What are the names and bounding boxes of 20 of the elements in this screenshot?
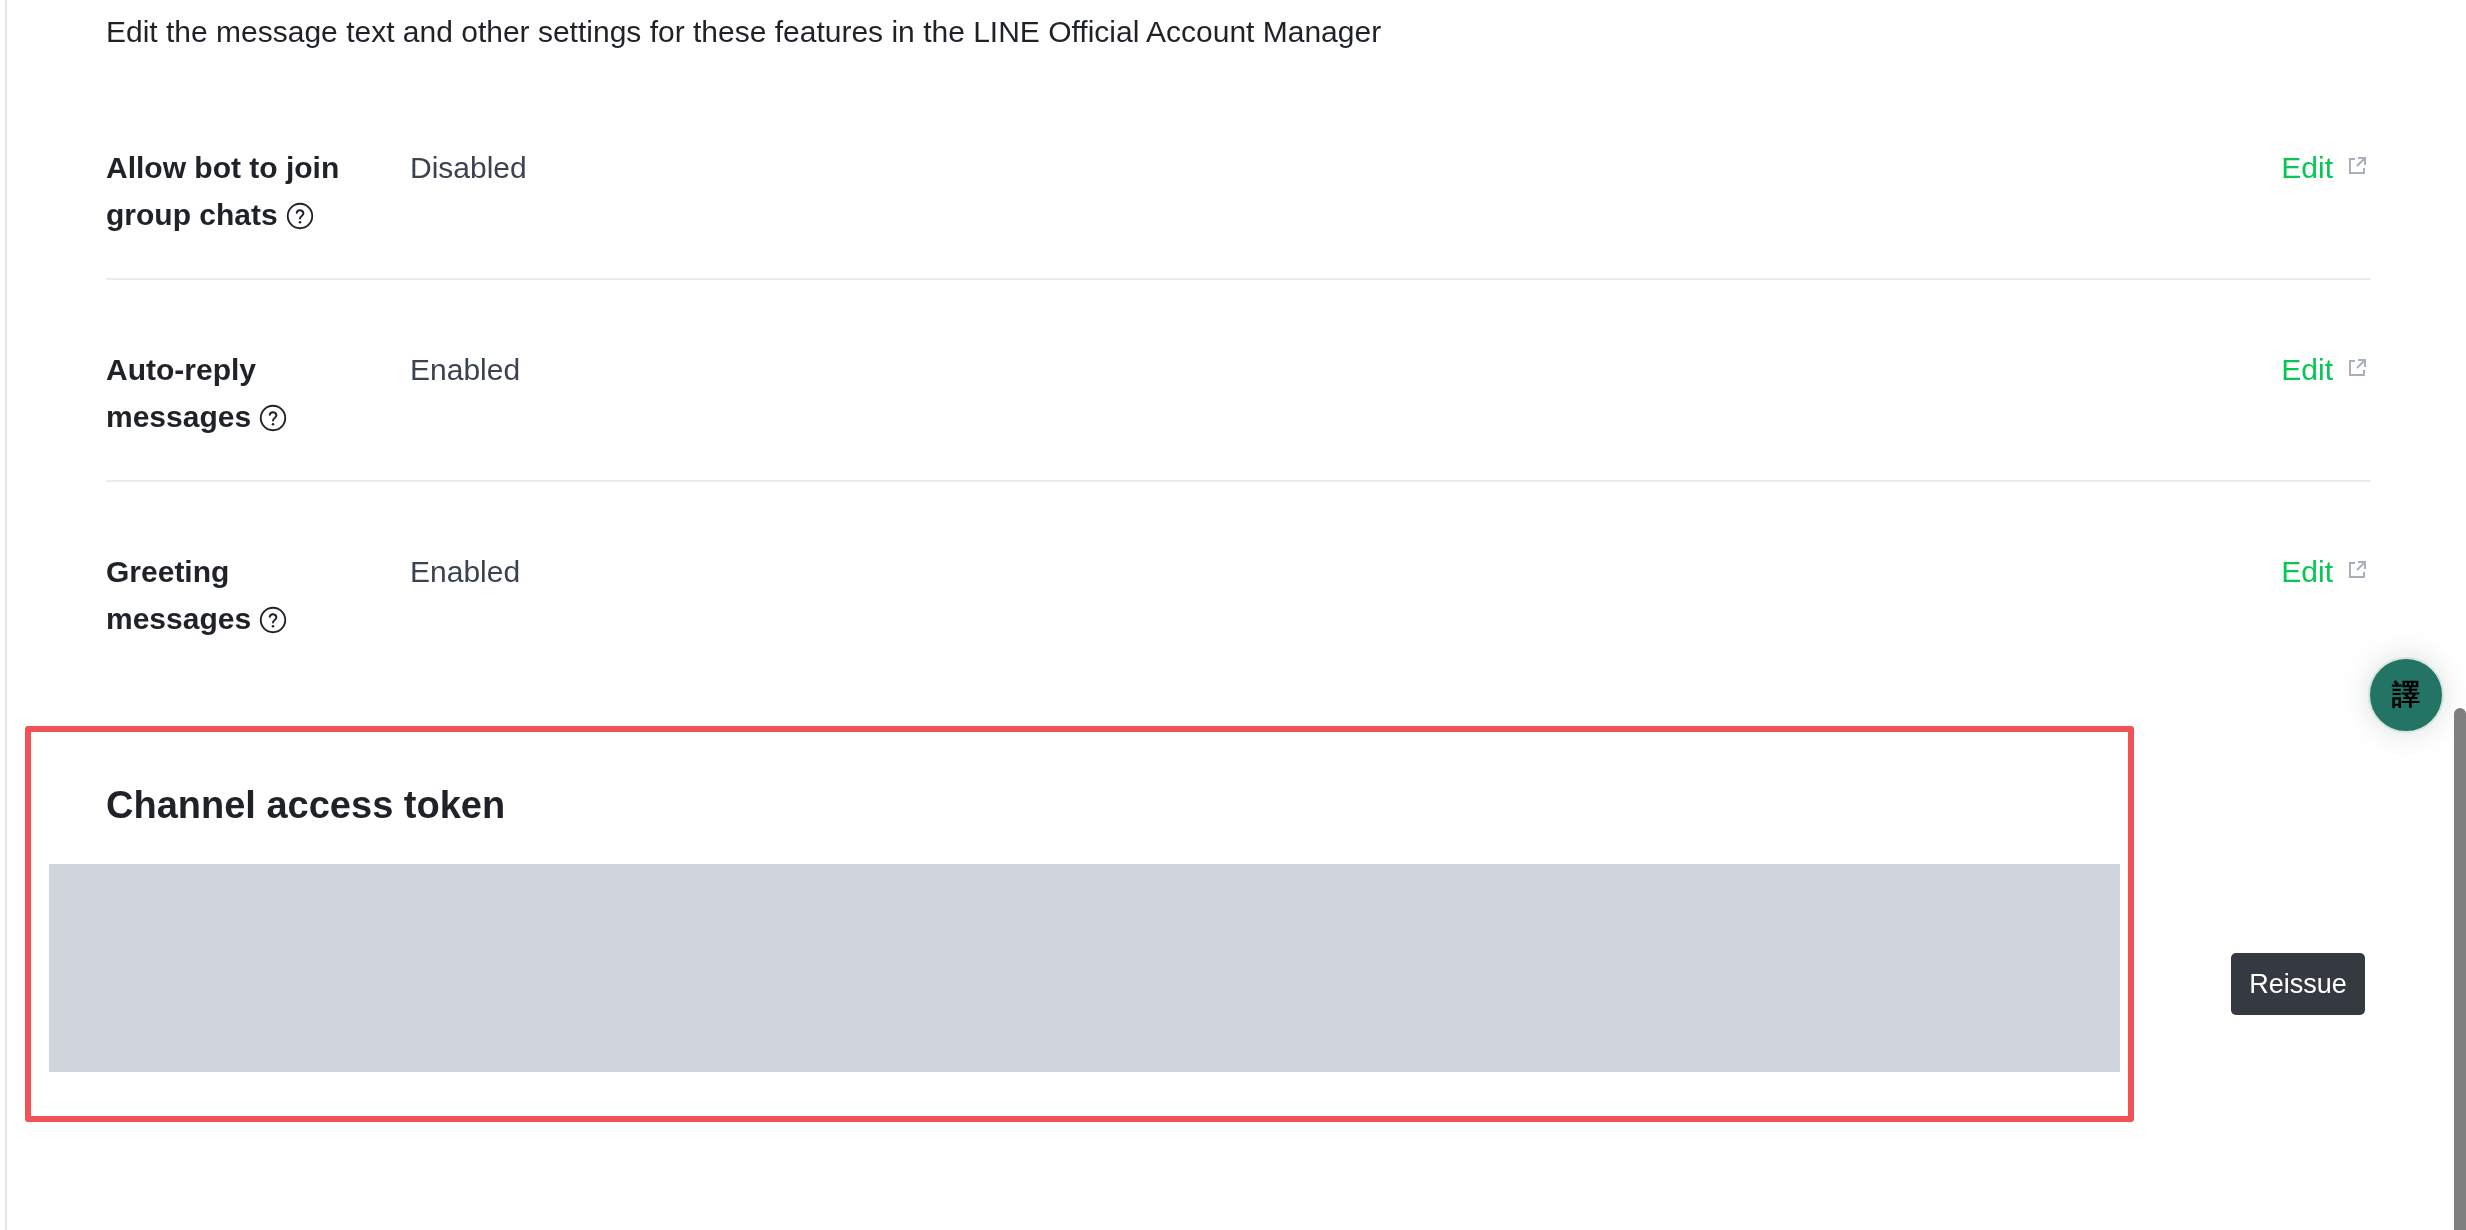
- translate-button[interactable]: 譯: [2368, 657, 2444, 733]
- external-link-icon: [2347, 358, 2367, 378]
- help-icon[interactable]: [259, 404, 288, 432]
- help-icon[interactable]: [286, 202, 314, 230]
- setting-value: Enabled: [410, 352, 522, 388]
- edit-link[interactable]: Edit: [2281, 548, 2333, 595]
- setting-label: Greeting messages: [106, 548, 388, 642]
- help-icon[interactable]: [259, 606, 288, 634]
- setting-value: Enabled: [410, 554, 522, 590]
- setting-label: Auto-reply messages: [106, 346, 388, 440]
- scrollbar-thumb[interactable]: [2454, 708, 2466, 1230]
- setting-value: Disabled: [410, 150, 528, 186]
- section-heading: Channel access token: [106, 783, 507, 828]
- intro-text: Edit the message text and other settings for these features in the LINE Official Account Manager: [106, 14, 1383, 50]
- edit-link[interactable]: Edit: [2281, 144, 2333, 191]
- edit-link[interactable]: Edit: [2281, 346, 2333, 393]
- reissue-button[interactable]: Reissue: [2231, 953, 2365, 1015]
- external-link-icon: [2347, 560, 2367, 580]
- setting-label: Allow bot to join group chats: [106, 150, 341, 233]
- external-link-icon: [2347, 156, 2367, 176]
